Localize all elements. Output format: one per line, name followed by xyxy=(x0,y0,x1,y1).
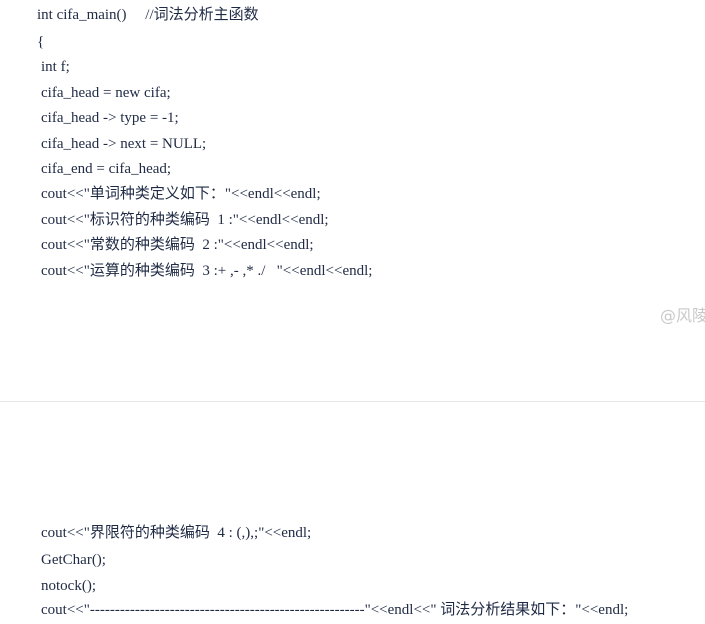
code-line: GetChar(); xyxy=(41,552,106,568)
code-line: { xyxy=(37,34,45,50)
code-line: cout<<"---------------------------------… xyxy=(41,602,629,618)
code-line: cifa_head -> next = NULL; xyxy=(41,136,207,152)
code-line: int cifa_main() //词法分析主函数 xyxy=(37,7,259,23)
section-divider xyxy=(0,401,705,402)
code-line: cifa_head -> type = -1; xyxy=(41,110,179,126)
code-line: cout<<"标识符的种类编码 1 :"<<endl<<endl; xyxy=(41,212,329,228)
code-line: notock(); xyxy=(41,578,96,594)
code-line: cout<<"单词种类定义如下："<<endl<<endl; xyxy=(41,186,321,202)
watermark: @风陵 xyxy=(660,306,705,325)
code-line: int f; xyxy=(41,59,70,75)
code-line: cifa_head = new cifa; xyxy=(41,85,171,101)
code-line: cout<<"常数的种类编码 2 :"<<endl<<endl; xyxy=(41,237,314,253)
code-line: cout<<"界限符的种类编码 4 : (,),;"<<endl; xyxy=(41,525,312,541)
code-line: cifa_end = cifa_head; xyxy=(41,161,172,177)
code-line: cout<<"运算的种类编码 3 :+ ,- ,* ./ "<<endl<<en… xyxy=(41,263,373,279)
